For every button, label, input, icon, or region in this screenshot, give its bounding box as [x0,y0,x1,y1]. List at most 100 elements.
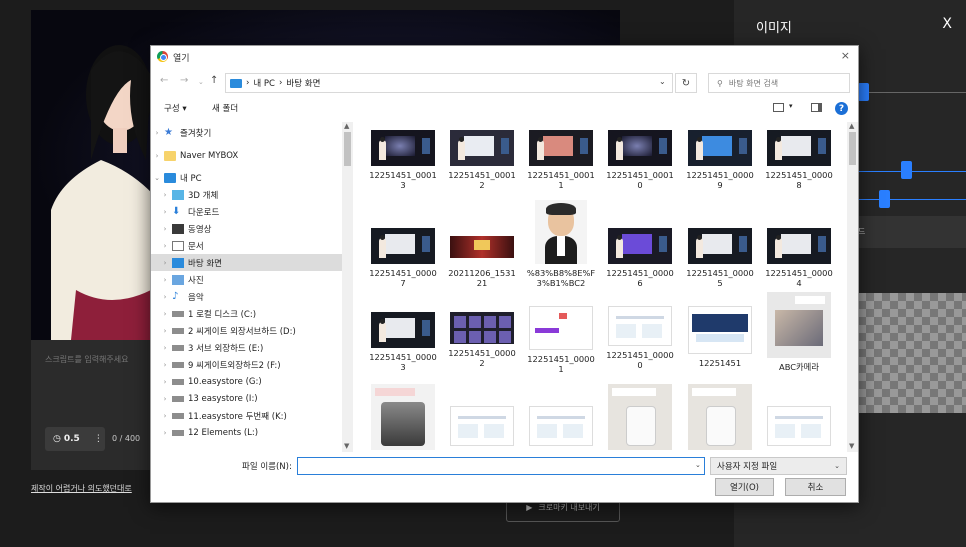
file-item[interactable]: 게이밍의자 [367,384,439,452]
slider-knob[interactable] [879,190,890,208]
tree-item-label: 3 서브 외장하드 (E:) [188,343,264,354]
tree-item[interactable]: › Naver MYBOX [151,147,342,164]
forward-arrow-icon[interactable]: → [180,75,188,86]
expand-chevron-icon[interactable]: › [160,259,170,267]
drive-icon [172,378,184,385]
expand-chevron-icon[interactable]: › [152,152,162,160]
scroll-up-arrow-icon[interactable]: ▲ [849,122,854,130]
tree-item[interactable]: › 11.easystore 두번째 (K:) [151,407,342,424]
tree-item[interactable]: › 문서 [151,237,342,254]
file-item[interactable]: 12251451_00002 [446,312,518,368]
expand-chevron-icon[interactable]: › [160,344,170,352]
file-item[interactable]: ABC카메라 [763,292,835,372]
thumbnail-part [697,137,702,142]
tree-item[interactable]: › 바탕 화면 [151,254,342,271]
up-arrow-icon[interactable]: ↑ [210,75,218,86]
file-item[interactable]: 12251451_00007 [367,228,439,288]
tree-item[interactable]: › ♪ 음악 [151,288,342,305]
recent-chevron-icon[interactable]: ⌄ [198,78,204,86]
back-arrow-icon[interactable]: ← [160,75,168,86]
file-item[interactable]: 12251451_00000 [604,306,676,370]
expand-chevron-icon[interactable]: › [160,429,170,437]
open-button[interactable]: 열기(O) [715,478,774,496]
file-item[interactable]: 12251451_00009 [684,130,756,190]
slider-knob[interactable] [901,161,912,179]
file-item[interactable]: 12251451_00008 [763,130,835,190]
panel-close-button[interactable]: X [942,16,952,32]
expand-chevron-icon[interactable]: › [160,225,170,233]
expand-chevron-icon[interactable]: › [160,191,170,199]
file-item[interactable]: 12251451_00010 [604,130,676,190]
preview-pane-icon[interactable] [811,103,822,112]
breadcrumb-pc[interactable]: 내 PC [253,77,275,89]
tree-item[interactable]: › 13 easystore (I:) [151,390,342,407]
file-item[interactable]: 20211203_1731 [446,406,518,452]
search-box[interactable]: ⚲ 바탕 화면 검색 [708,73,850,93]
file-item[interactable]: 12251451_00012 [446,130,518,190]
tree-item[interactable]: › 3D 개체 [151,186,342,203]
filename-input[interactable] [297,457,705,475]
expand-chevron-icon[interactable]: › [160,208,170,216]
tree-item[interactable]: › 1 로컬 디스크 (C:) [151,305,342,322]
expand-chevron-icon[interactable]: › [160,395,170,403]
slider-track[interactable] [860,92,966,93]
file-item[interactable]: 12251451_00011 [525,130,597,190]
file-item[interactable]: 20211201_2249 [763,406,835,452]
tree-item[interactable]: › ★ 즐겨찾기 [151,124,342,141]
file-item[interactable]: 20211203_1541 [525,406,597,452]
file-item[interactable]: 12251451_00004 [763,228,835,288]
file-item[interactable]: 12251451_00005 [684,228,756,288]
scroll-down-arrow-icon[interactable]: ▼ [849,442,854,450]
tree-item[interactable]: › 10.easystore (G:) [151,373,342,390]
expand-chevron-icon[interactable]: › [160,327,170,335]
tree-item[interactable]: ⌄ 내 PC [151,169,342,186]
expand-chevron-icon[interactable]: › [152,129,162,137]
file-item[interactable]: 12251451_00001 [525,306,597,374]
file-item[interactable]: %83%B8%8E%F3%B1%BC2 [525,200,597,288]
help-link[interactable]: 제작이 어렵거나 의도했던대로 [31,483,132,494]
new-folder-button[interactable]: 새 폴더 [212,102,238,114]
tree-item[interactable]: › 2 씨게이트 외장서브하드 (D:) [151,322,342,339]
tree-item[interactable]: › 사진 [151,271,342,288]
file-type-select[interactable]: 사용자 지정 파일 ⌄ [710,457,847,475]
file-item[interactable]: 12251451_00013 [367,130,439,190]
expand-chevron-icon[interactable]: › [160,412,170,420]
refresh-button[interactable]: ↻ [675,73,697,93]
tree-item[interactable]: › 동영상 [151,220,342,237]
file-item[interactable]: 디지오 공기청정 [684,384,756,452]
cancel-button[interactable]: 취소 [785,478,846,496]
address-dropdown-icon[interactable]: ⌄ [659,77,666,86]
tree-item[interactable]: › 12 Elements (L:) [151,424,342,441]
filename-dropdown-icon[interactable]: ⌄ [695,461,701,469]
more-icon[interactable]: ⋮ [94,434,103,444]
content-scroll-thumb[interactable] [849,132,856,165]
dialog-titlebar[interactable]: 열기 × [151,46,858,68]
file-item[interactable]: 12251451 [684,306,756,368]
speed-control[interactable]: ◷ 0.5 ⋮ [45,427,105,451]
dialog-close-button[interactable]: × [841,49,850,62]
tree-item[interactable]: › 3 서브 외장하드 (E:) [151,339,342,356]
slider-track[interactable] [858,171,966,172]
expand-chevron-icon[interactable]: › [160,276,170,284]
breadcrumb-desktop[interactable]: 바탕 화면 [286,77,320,89]
expand-chevron-icon[interactable]: › [160,361,170,369]
help-icon[interactable]: ? [835,102,848,115]
view-dropdown-icon[interactable]: ▾ [789,102,793,110]
view-options-icon[interactable] [773,103,784,112]
expand-chevron-icon[interactable]: › [160,293,170,301]
slider-knob[interactable] [858,83,869,101]
tree-item[interactable]: › 9 씨게이트외장하드2 (F:) [151,356,342,373]
tree-item[interactable]: › ⬇ 다운로드 [151,203,342,220]
expand-chevron-icon[interactable]: › [160,310,170,318]
file-item[interactable]: 12251451_00003 [367,312,439,372]
organize-button[interactable]: 구성 ▾ [164,102,187,114]
slider-track[interactable] [858,199,966,200]
expand-chevron-icon[interactable]: › [160,242,170,250]
address-bar[interactable]: › 내 PC › 바탕 화면 [225,73,673,93]
file-item[interactable]: 20211206_153121 [446,228,518,288]
content-scrollbar[interactable] [847,122,858,452]
file-item[interactable]: 12251451_00006 [604,228,676,288]
file-item[interactable]: 캐리어 에 [604,384,676,452]
expand-chevron-icon[interactable]: › [160,378,170,386]
expand-chevron-icon[interactable]: ⌄ [152,174,162,182]
